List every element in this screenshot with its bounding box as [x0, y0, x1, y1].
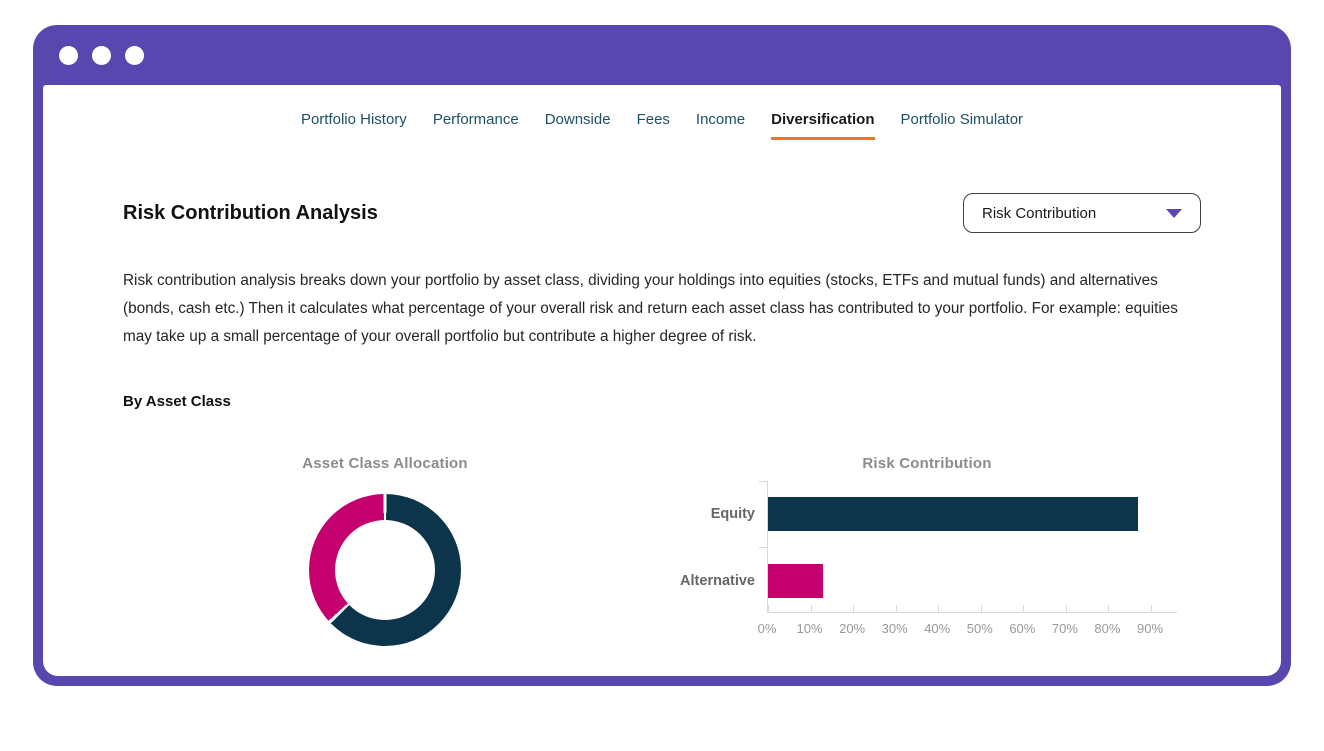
x-axis-tick — [981, 605, 982, 612]
x-axis-tick — [1023, 605, 1024, 612]
x-axis-tick-label: 50% — [958, 621, 1002, 636]
x-axis-tick — [1066, 605, 1067, 612]
x-axis-tick-label: 30% — [873, 621, 917, 636]
section-header: Risk Contribution Analysis Risk Contribu… — [123, 193, 1201, 233]
tab-downside[interactable]: Downside — [545, 111, 611, 140]
category-label-equity: Equity — [667, 504, 755, 524]
subsection-title: By Asset Class — [123, 393, 231, 410]
window-control-dot-icon[interactable] — [92, 46, 111, 65]
tab-portfolio-history[interactable]: Portfolio History — [301, 111, 407, 140]
app-window: Portfolio History Performance Downside Fees… — [33, 25, 1291, 686]
x-axis-tick — [811, 605, 812, 612]
x-axis-tick-label: 20% — [830, 621, 874, 636]
window-titlebar — [33, 25, 1291, 85]
x-axis-tick-label: 80% — [1085, 621, 1129, 636]
y-axis-tick — [759, 547, 767, 548]
x-axis-tick — [853, 605, 854, 612]
tab-bar: Portfolio History Performance Downside Fees… — [43, 111, 1281, 140]
window-control-dot-icon[interactable] — [125, 46, 144, 65]
x-axis-tick — [938, 605, 939, 612]
donut-chart-title: Asset Class Allocation — [273, 455, 497, 473]
tab-income[interactable]: Income — [696, 111, 745, 140]
tab-performance[interactable]: Performance — [433, 111, 519, 140]
x-axis-tick — [896, 605, 897, 612]
bar-alternative — [768, 564, 823, 598]
section-description: Risk contribution analysis breaks down y… — [123, 267, 1203, 351]
asset-class-allocation-chart: Asset Class Allocation — [273, 455, 497, 646]
bar-plot-area — [767, 481, 1177, 613]
x-axis-tick-label: 10% — [788, 621, 832, 636]
x-axis-tick — [1108, 605, 1109, 612]
bar-chart-title: Risk Contribution — [667, 455, 1187, 473]
bar-equity — [768, 497, 1138, 531]
x-axis-tick-label: 60% — [1000, 621, 1044, 636]
page-title: Risk Contribution Analysis — [123, 202, 378, 225]
dropdown-selected-value: Risk Contribution — [982, 205, 1096, 222]
x-axis-tick-label: 40% — [915, 621, 959, 636]
content-area: Portfolio History Performance Downside Fees… — [43, 85, 1281, 676]
x-axis-tick — [1151, 605, 1152, 612]
x-axis-tick-label: 70% — [1043, 621, 1087, 636]
category-label-alternative: Alternative — [667, 571, 755, 591]
chevron-down-icon — [1166, 209, 1182, 218]
x-axis-tick-label: 90% — [1128, 621, 1172, 636]
risk-contribution-chart: Risk Contribution EquityAlternative0%10%… — [667, 455, 1187, 473]
charts-row: Asset Class Allocation Risk Contribution… — [43, 450, 1281, 676]
donut-ring — [309, 494, 461, 646]
tab-portfolio-simulator[interactable]: Portfolio Simulator — [901, 111, 1024, 140]
x-axis-tick — [768, 605, 769, 612]
window-control-dot-icon[interactable] — [59, 46, 78, 65]
x-axis-tick-label: 0% — [745, 621, 789, 636]
analysis-type-dropdown[interactable]: Risk Contribution — [963, 193, 1201, 233]
tab-diversification[interactable]: Diversification — [771, 111, 874, 140]
y-axis-tick — [759, 481, 767, 482]
tab-fees[interactable]: Fees — [637, 111, 670, 140]
